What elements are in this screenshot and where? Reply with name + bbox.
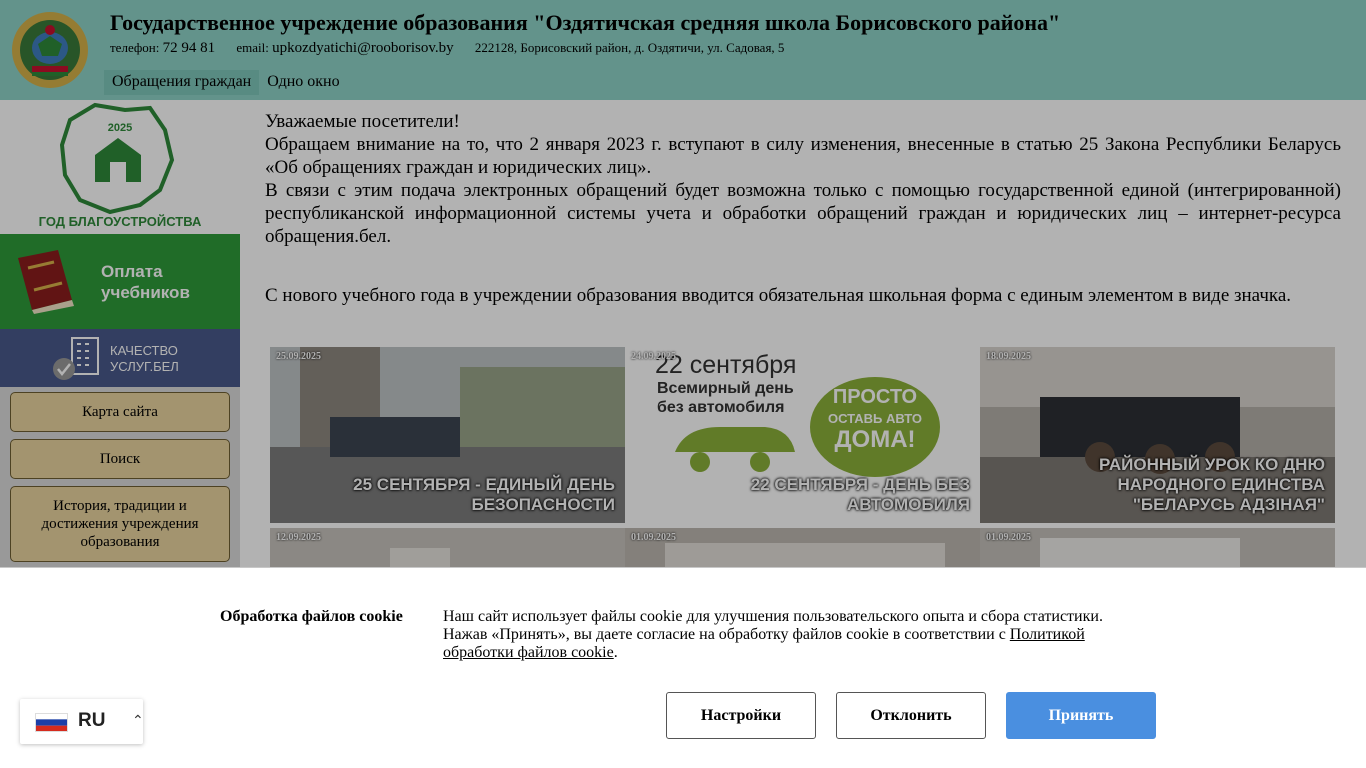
cookie-title: Обработка файлов cookie — [220, 608, 403, 625]
russia-flag-icon — [35, 713, 68, 732]
chevron-up-icon: ⌃ — [132, 714, 144, 729]
language-code: RU — [78, 710, 106, 731]
language-switcher[interactable]: RU ⌃ — [20, 699, 144, 744]
cookie-settings-button[interactable]: Настройки — [666, 692, 816, 739]
cookie-accept-button[interactable]: Принять — [1006, 692, 1156, 739]
cookie-banner: Обработка файлов cookie Наш сайт использ… — [0, 567, 1366, 768]
cookie-reject-button[interactable]: Отклонить — [836, 692, 986, 739]
cookie-text: Наш сайт использует файлы cookie для улу… — [443, 608, 1103, 661]
